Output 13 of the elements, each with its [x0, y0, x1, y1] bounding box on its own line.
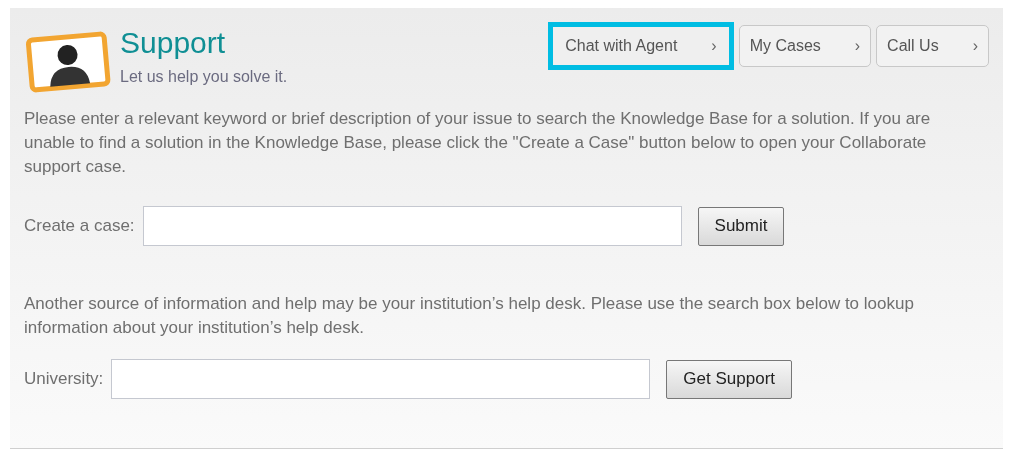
- university-input[interactable]: [111, 359, 651, 399]
- case-label: Create a case:: [24, 215, 135, 238]
- university-label: University:: [24, 368, 104, 391]
- helpdesk-paragraph: Another source of information and help may be your institution’s help desk. Please use the search box below to lookup information about your institution’s help desk.: [24, 293, 915, 339]
- submit-button[interactable]: Submit: [697, 206, 785, 246]
- page-subtitle: Let us help you solve it.: [120, 67, 288, 87]
- nav-button[interactable]: Chat with Agent ›: [548, 22, 734, 70]
- get-support-button[interactable]: Get Support: [666, 359, 793, 399]
- case-input[interactable]: [142, 206, 682, 246]
- nav-button[interactable]: My Cases ›: [738, 25, 872, 67]
- page-title: Support: [120, 25, 227, 61]
- intro-paragraph: Please enter a relevant keyword or brief description of your issue to search the Knowledge Base for a solution. If you are unable to find a solution in the Knowledge Base, please click the "Create a Case" button below to open your Collaborate support case.: [24, 108, 932, 178]
- nav-button[interactable]: Call Us ›: [876, 25, 989, 67]
